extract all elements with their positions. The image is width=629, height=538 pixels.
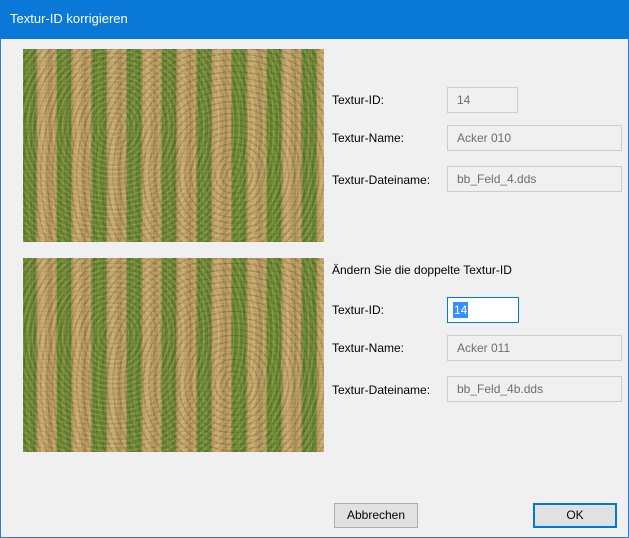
duplicate-texture-name-field: Acker 011 (447, 335, 622, 361)
duplicate-id-heading: Ändern Sie die doppelte Textur-ID (332, 263, 512, 277)
texture-id-label: Textur-ID: (332, 93, 385, 107)
duplicate-texture-name-value: Acker 011 (457, 341, 511, 355)
texture-filename-label: Textur-Dateiname: (332, 173, 431, 187)
cancel-button[interactable]: Abbrechen (334, 503, 418, 528)
duplicate-texture-name-label: Textur-Name: (332, 341, 405, 355)
texture-id-field-readonly: 14 (447, 87, 518, 113)
duplicate-texture-id-value: 14 (453, 302, 469, 318)
duplicate-texture-id-label: Textur-ID: (332, 303, 385, 317)
texture-name-label: Textur-Name: (332, 131, 405, 145)
duplicate-texture-filename-label: Textur-Dateiname: (332, 383, 431, 397)
duplicate-texture-filename-field: bb_Feld_4b.dds (447, 376, 622, 402)
texture-preview-duplicate (23, 258, 324, 452)
title-bar[interactable]: Textur-ID korrigieren (0, 0, 629, 39)
duplicate-texture-id-input[interactable]: 14 (447, 297, 519, 323)
texture-preview-existing (23, 49, 324, 242)
texture-name-value: Acker 010 (457, 131, 512, 145)
texture-name-field-readonly: Acker 010 (447, 125, 622, 151)
ok-button[interactable]: OK (533, 503, 617, 528)
texture-id-value: 14 (457, 93, 471, 107)
duplicate-texture-filename-value: bb_Feld_4b.dds (457, 382, 544, 396)
texture-filename-field-readonly: bb_Feld_4.dds (447, 166, 622, 192)
window-title: Textur-ID korrigieren (10, 11, 128, 26)
texture-filename-value: bb_Feld_4.dds (457, 172, 537, 186)
